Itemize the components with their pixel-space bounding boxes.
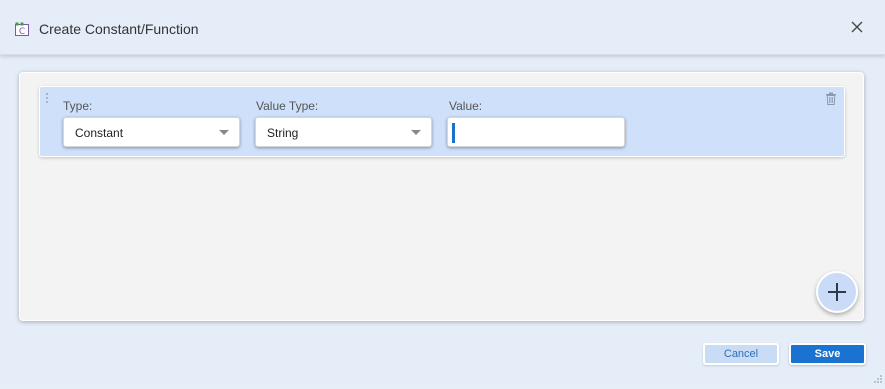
value-label: Value:	[449, 99, 483, 113]
value-type-select-value: String	[267, 126, 299, 140]
dialog-title: Create Constant/Function	[39, 21, 199, 37]
close-icon[interactable]	[849, 19, 865, 35]
trash-icon[interactable]	[825, 92, 837, 105]
value-input[interactable]	[447, 117, 625, 147]
chevron-down-icon	[219, 130, 229, 135]
constant-function-icon: C	[14, 21, 30, 37]
definition-row: Type: Constant Value Type: String Value:	[39, 86, 845, 157]
svg-text:C: C	[19, 27, 25, 37]
type-select[interactable]: Constant	[63, 117, 240, 147]
chevron-down-icon	[411, 130, 421, 135]
dialog-titlebar: C Create Constant/Function	[0, 0, 885, 55]
plus-icon	[828, 283, 846, 301]
add-row-button[interactable]	[816, 271, 858, 313]
create-constant-dialog: C Create Constant/Function Type: Constan…	[0, 0, 885, 383]
type-label: Type:	[63, 99, 93, 113]
save-button[interactable]: Save	[789, 343, 866, 365]
drag-handle-icon[interactable]	[44, 92, 50, 106]
value-type-select[interactable]: String	[255, 117, 432, 147]
definition-panel: Type: Constant Value Type: String Value:	[19, 72, 864, 321]
text-cursor	[452, 123, 455, 143]
value-type-label: Value Type:	[256, 99, 319, 113]
type-select-value: Constant	[75, 126, 124, 140]
cancel-button[interactable]: Cancel	[703, 343, 779, 365]
resize-grip-icon[interactable]	[873, 371, 883, 383]
